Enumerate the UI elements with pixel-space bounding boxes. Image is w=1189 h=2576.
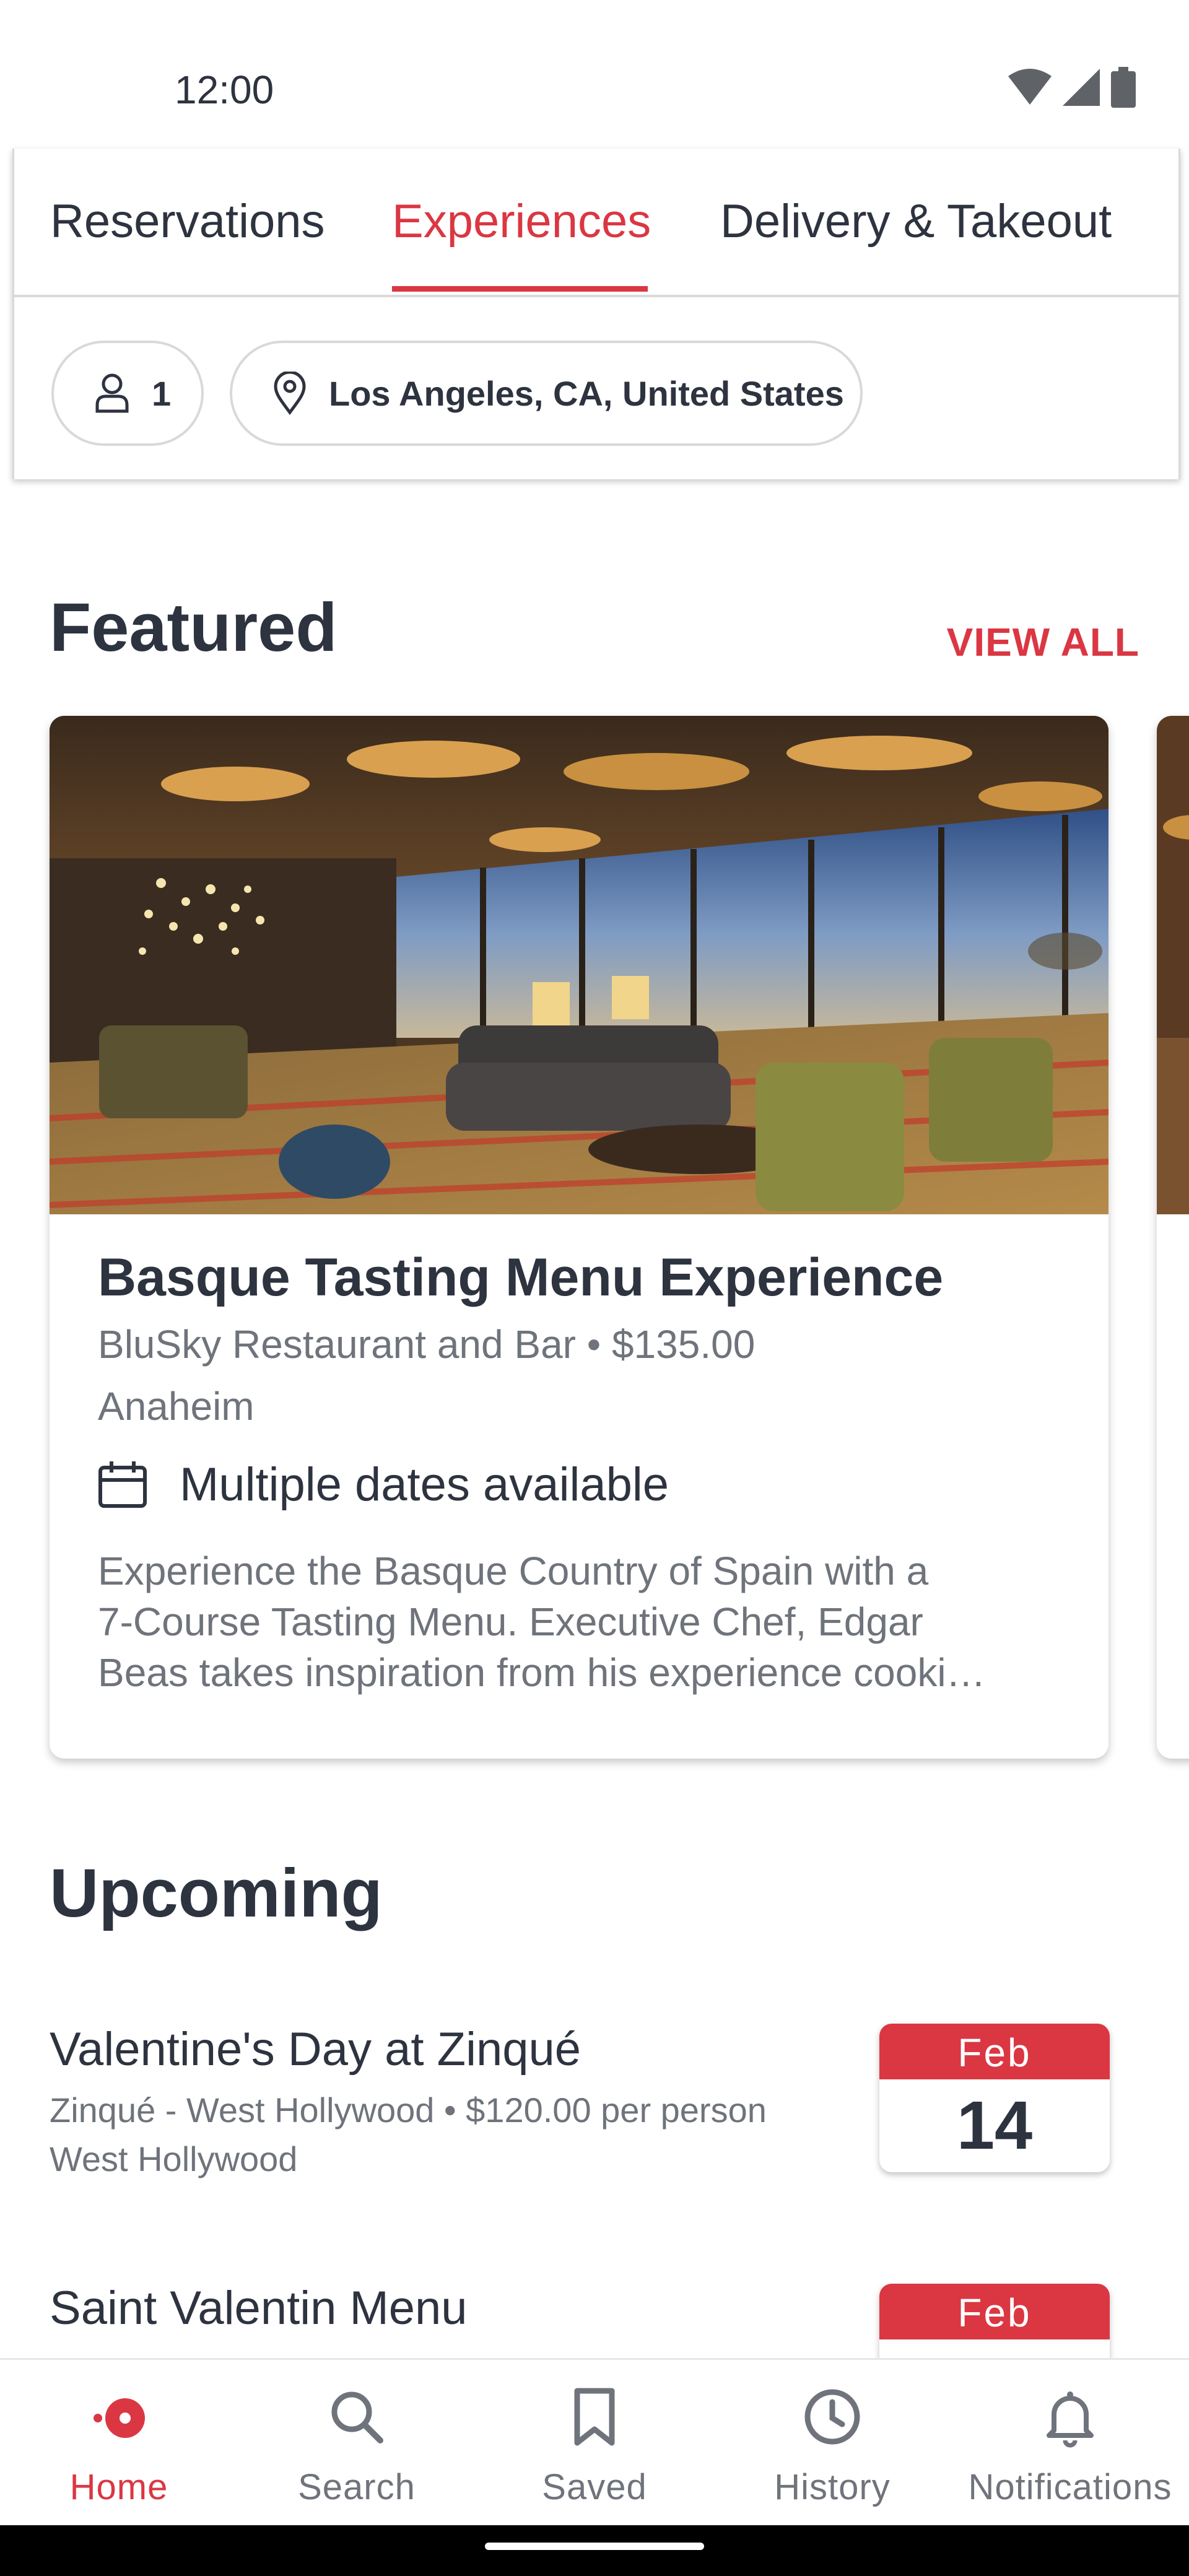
nav-notifications[interactable]: Notifications [951, 2360, 1189, 2527]
nav-history[interactable]: History [713, 2360, 951, 2527]
description-line: 7-Course Tasting Menu. Executive Chef, E… [98, 1599, 923, 1644]
status-bar: 12:00 [0, 0, 1189, 149]
bell-icon [1047, 2391, 1094, 2448]
featured-heading: Featured [50, 590, 338, 666]
nav-search[interactable]: Search [238, 2360, 476, 2527]
nav-saved-label: Saved [542, 2467, 647, 2507]
active-tab-indicator [392, 286, 648, 292]
party-size-chip[interactable]: 1 [51, 341, 204, 446]
next-featured-card[interactable] [1157, 716, 1189, 1759]
nav-home-label: Home [69, 2467, 168, 2507]
event-month: Feb [879, 2284, 1110, 2339]
search-icon [331, 2391, 383, 2443]
restaurant-photo [50, 716, 1108, 1214]
next-card-photo [1157, 716, 1189, 1214]
experience-date-row: Multiple dates available [98, 1458, 669, 1512]
location-pin-icon [274, 372, 306, 415]
party-size-value: 1 [152, 373, 172, 413]
tab-reservations[interactable]: Reservations [50, 194, 325, 248]
cellular-signal-icon [1063, 69, 1100, 106]
experience-dates: Multiple dates available [180, 1458, 669, 1511]
view-all-button[interactable]: VIEW ALL [947, 619, 1139, 665]
featured-experience-card[interactable]: Basque Tasting Menu Experience BluSky Re… [50, 716, 1108, 1759]
system-navigation-bar [0, 2525, 1189, 2576]
home-gesture-handle[interactable] [485, 2543, 704, 2550]
bottom-navigation: Home Search Saved History Notifications [0, 2358, 1189, 2527]
status-icons [1008, 67, 1136, 108]
status-time: 12:00 [175, 67, 274, 112]
wifi-icon [1008, 69, 1052, 105]
experience-title: Basque Tasting Menu Experience [98, 1248, 944, 1307]
tab-bar: Reservations Experiences Delivery & Take… [14, 149, 1178, 297]
nav-history-label: History [774, 2467, 891, 2507]
experience-restaurant-price: BluSky Restaurant and Bar • $135.00 [98, 1322, 756, 1367]
nav-notifications-label: Notifications [968, 2467, 1172, 2507]
description-line: Beas takes inspiration from his experien… [98, 1650, 986, 1695]
nav-home[interactable]: Home [0, 2360, 238, 2527]
person-icon [95, 373, 129, 413]
nav-saved[interactable]: Saved [476, 2360, 713, 2527]
experience-description: Experience the Basque Country of Spain w… [98, 1546, 1064, 1698]
home-icon [94, 2398, 145, 2438]
calendar-icon [98, 1461, 147, 1508]
tab-experiences[interactable]: Experiences [392, 194, 651, 248]
tab-delivery-takeout[interactable]: Delivery & Takeout [720, 194, 1112, 248]
clock-icon [804, 2389, 860, 2445]
event-date-badge: Feb 14 [879, 2024, 1110, 2172]
location-value: Los Angeles, CA, United States [329, 373, 844, 413]
description-line: Experience the Basque Country of Spain w… [98, 1549, 929, 1593]
bookmark-icon [574, 2388, 615, 2446]
battery-icon [1111, 67, 1136, 108]
upcoming-heading: Upcoming [50, 1855, 383, 1931]
nav-search-label: Search [298, 2467, 416, 2507]
experience-city: Anaheim [98, 1384, 255, 1429]
event-month: Feb [879, 2024, 1110, 2079]
event-day: 14 [956, 2087, 1033, 2164]
header-card: Reservations Experiences Delivery & Take… [12, 149, 1180, 479]
location-chip[interactable]: Los Angeles, CA, United States [230, 341, 863, 446]
